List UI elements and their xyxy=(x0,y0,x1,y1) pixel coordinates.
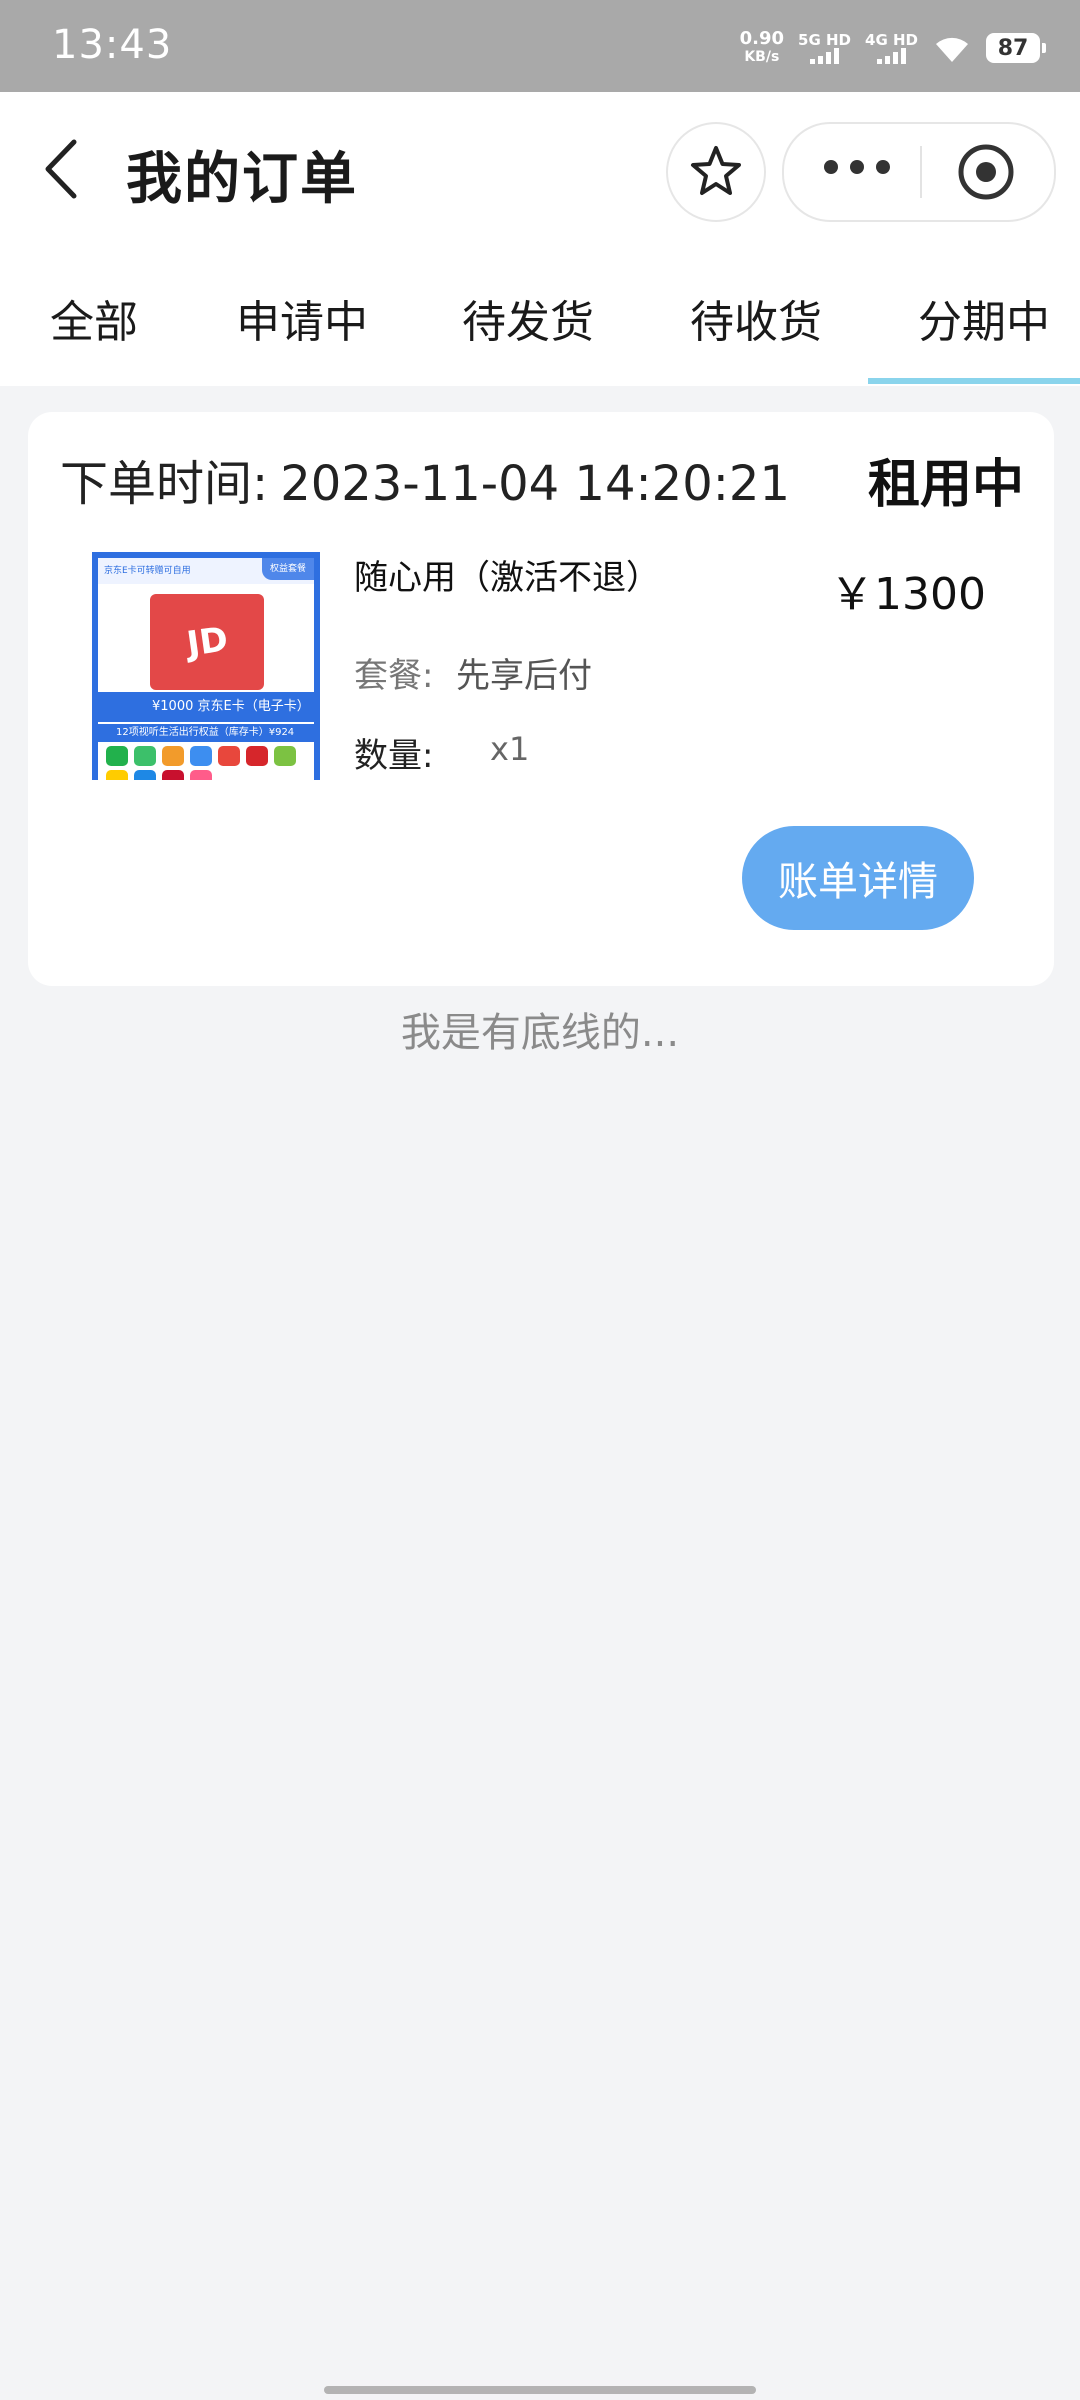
order-tabs: 全部 申请中 待发货 待收货 分期中 xyxy=(0,252,1080,386)
speed-value: 0.90 xyxy=(739,28,785,49)
more-icon[interactable] xyxy=(824,160,890,174)
tab-to-receive[interactable]: 待收货 xyxy=(690,286,822,350)
app-icon xyxy=(162,746,184,766)
star-icon xyxy=(691,146,741,195)
speed-unit: KB/s xyxy=(744,49,780,65)
package-label: 套餐: xyxy=(354,656,434,696)
thumbnail-content: 京东E卡可转赠可自用 权益套餐 JD ¥1000 京东E卡（电子卡） 12项视听… xyxy=(98,558,314,780)
app-icon xyxy=(162,770,184,780)
signal-4g-icon: 4G HD xyxy=(865,32,918,64)
home-indicator[interactable] xyxy=(324,2386,756,2394)
active-tab-indicator xyxy=(868,378,1080,384)
battery-icon: 87 xyxy=(986,33,1046,63)
quantity-value: x1 xyxy=(490,730,530,768)
app-icon xyxy=(106,746,128,766)
signal-5g-icon: 5G HD xyxy=(798,32,851,64)
status-icons: 0.90 KB/s 5G HD 4G HD 87 xyxy=(740,28,1046,68)
product-thumbnail[interactable]: 京东E卡可转赠可自用 权益套餐 JD ¥1000 京东E卡（电子卡） 12项视听… xyxy=(92,552,320,780)
tab-to-ship[interactable]: 待发货 xyxy=(462,286,594,350)
net2-label: 4G HD xyxy=(865,31,918,49)
app-icon xyxy=(190,746,212,766)
miniprogram-capsule xyxy=(782,122,1056,222)
order-time: 下单时间: 2023-11-04 14:20:21 xyxy=(60,444,790,514)
order-time-label: 下单时间: xyxy=(60,456,269,512)
thumbnail-band2: 12项视听生活出行权益（库存卡）¥924 xyxy=(98,724,314,742)
network-speed: 0.90 KB/s xyxy=(740,30,784,66)
nav-header: 我的订单 xyxy=(0,92,1080,252)
app-icon xyxy=(190,770,212,780)
close-miniprogram-icon[interactable] xyxy=(956,142,1016,202)
package-value: 先享后付 xyxy=(456,656,592,696)
tab-all[interactable]: 全部 xyxy=(50,286,138,350)
app-icon xyxy=(134,770,156,780)
jd-card-text: JD xyxy=(183,619,231,665)
app-icon xyxy=(274,746,296,766)
app-icon xyxy=(106,770,128,780)
order-status: 租用中 xyxy=(867,455,1024,515)
tab-installment[interactable]: 分期中 xyxy=(918,286,1050,350)
thumbnail-tag: 权益套餐 xyxy=(261,558,314,580)
bill-details-button[interactable]: 账单详情 xyxy=(742,826,974,930)
app-icon xyxy=(218,746,240,766)
status-bar: 13:43 0.90 KB/s 5G HD 4G HD 87 xyxy=(0,0,1080,92)
net1-label: 5G HD xyxy=(798,31,852,49)
favorite-button[interactable] xyxy=(666,122,766,222)
app-icon xyxy=(134,746,156,766)
order-time-value: 2023-11-04 14:20:21 xyxy=(280,456,790,512)
back-icon[interactable] xyxy=(38,134,88,204)
product-name: 随心用（激活不退） xyxy=(354,558,660,598)
order-card[interactable]: 下单时间: 2023-11-04 14:20:21 租用中 京东E卡可转赠可自用 … xyxy=(28,412,1054,986)
quantity-label: 数量: xyxy=(354,736,434,776)
status-time: 13:43 xyxy=(52,22,173,68)
thumbnail-band1: ¥1000 京东E卡（电子卡） xyxy=(98,692,314,722)
app-icon xyxy=(246,746,268,766)
tab-applying[interactable]: 申请中 xyxy=(236,286,368,350)
battery-level: 87 xyxy=(997,35,1029,61)
product-price: ￥1300 xyxy=(830,569,986,620)
app-icons-grid xyxy=(106,746,298,780)
wifi-icon xyxy=(936,37,968,62)
end-of-list-text: 我是有底线的... xyxy=(400,1010,680,1056)
page-title: 我的订单 xyxy=(126,147,358,212)
capsule-divider xyxy=(920,146,922,198)
jd-card-image: JD xyxy=(150,594,264,690)
